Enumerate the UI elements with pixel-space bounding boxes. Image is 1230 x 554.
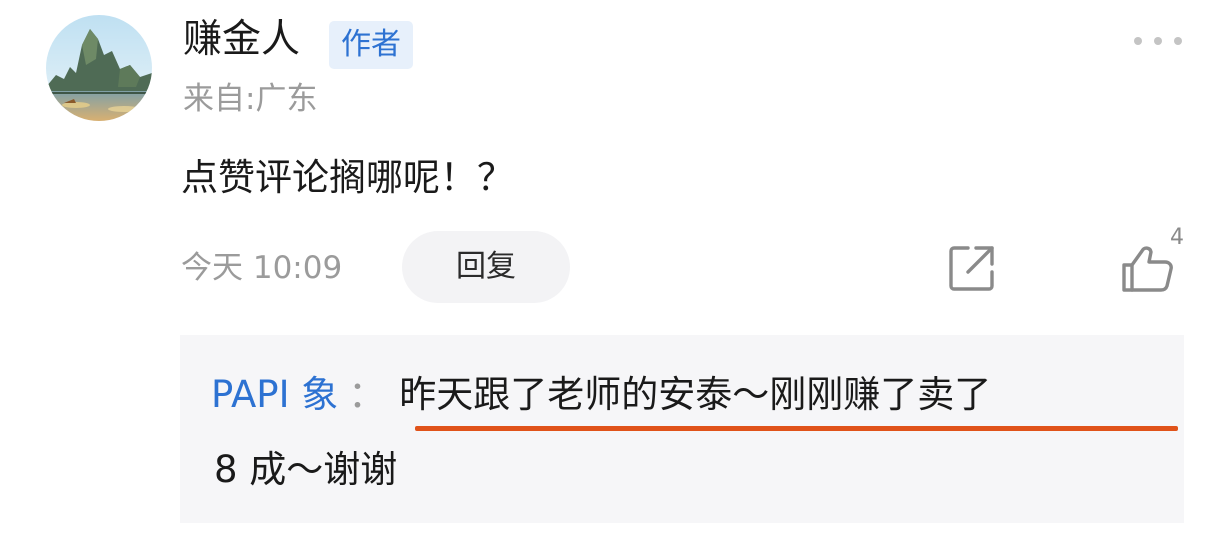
comment-text: 点赞评论搁哪呢！？: [181, 156, 514, 199]
reply-button[interactable]: 回复: [402, 231, 570, 303]
location-label: 来自:广东: [183, 81, 318, 117]
comment-card: 赚金人 作者 来自:广东 点赞评论搁哪呢！？ 今天 10:09 回复 4 PAP…: [0, 0, 1230, 554]
author-badge: 作者: [329, 21, 413, 69]
annotation-underline: [415, 426, 1178, 431]
reply-username[interactable]: PAPI 象: [211, 373, 338, 416]
reply-separator: ：: [348, 373, 386, 416]
avatar[interactable]: [46, 15, 152, 121]
username[interactable]: 赚金人: [183, 16, 300, 64]
like-count: 4: [1170, 225, 1184, 250]
more-dot: [1174, 37, 1182, 45]
avatar-landscape-image: [46, 15, 152, 121]
reply-text-line2: 8 成～谢谢: [214, 448, 398, 491]
more-dot: [1134, 37, 1142, 45]
more-dot: [1154, 37, 1162, 45]
thumbs-up-icon[interactable]: [1120, 243, 1174, 293]
reply-line: PAPI 象： 昨天跟了老师的安泰～刚刚赚了卖了: [211, 368, 991, 422]
more-dots-icon[interactable]: [1134, 36, 1182, 46]
timestamp: 今天 10:09: [181, 250, 343, 286]
reply-text-line1: 昨天跟了老师的安泰～刚刚赚了卖了: [399, 373, 992, 416]
share-icon[interactable]: [946, 242, 998, 294]
